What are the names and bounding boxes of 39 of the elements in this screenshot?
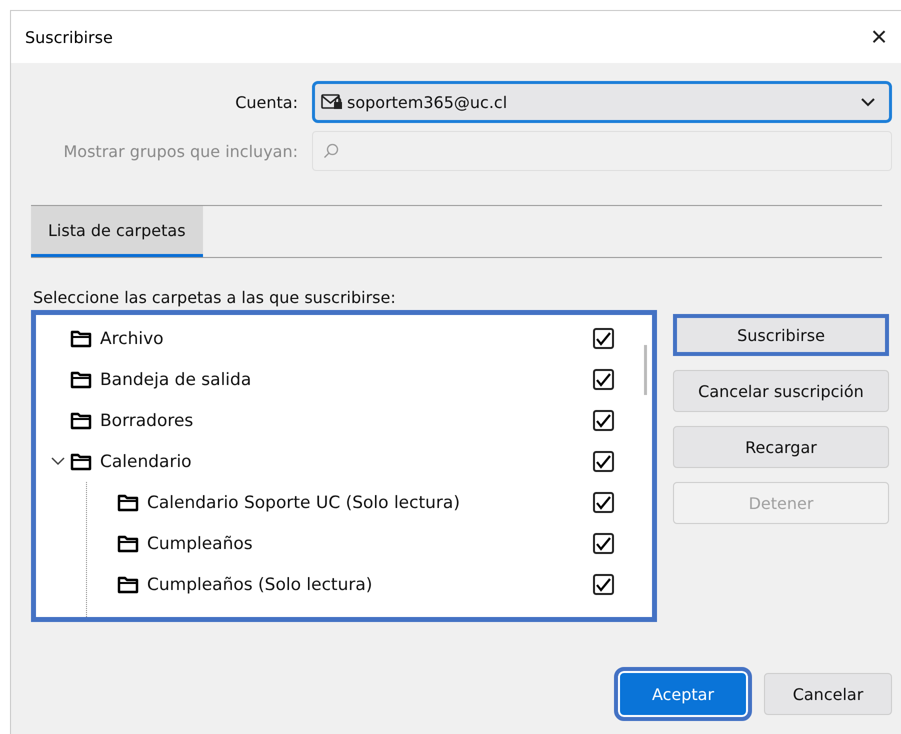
account-label: Cuenta: (234, 92, 298, 112)
folder-icon (70, 329, 92, 348)
checkbox[interactable] (593, 533, 614, 554)
folder-name[interactable]: Calendario Soporte UC (Solo lectura) (147, 492, 593, 512)
cancel-button[interactable]: Cancelar (764, 673, 892, 715)
checkbox[interactable] (593, 410, 614, 431)
search-icon (323, 143, 339, 159)
folder-name[interactable]: Cumpleaños (Solo lectura) (147, 574, 593, 594)
folder-name[interactable]: Calendario (100, 452, 593, 472)
ok-button[interactable]: Aceptar (614, 667, 752, 721)
folder-icon (117, 493, 139, 512)
action-button[interactable]: Recargar (673, 426, 889, 468)
tab[interactable]: Lista de carpetas (31, 206, 203, 257)
folder-name[interactable]: Cumpleaños (147, 534, 593, 554)
folder-name[interactable]: Borradores (100, 410, 593, 430)
folder-name[interactable]: Archivo (100, 328, 593, 348)
checkbox[interactable] (593, 369, 614, 390)
folder-icon (117, 534, 139, 553)
folder-icon (70, 411, 92, 430)
locked-mail-icon (321, 93, 343, 111)
search-field[interactable] (312, 131, 892, 171)
folder-icon (117, 575, 139, 594)
filter-label: Mostrar grupos que incluyan: (62, 142, 298, 160)
list-label: Seleccione las carpetas a las que suscribirse: (33, 288, 397, 307)
chevron-down-icon[interactable] (51, 457, 65, 466)
checkbox[interactable] (593, 574, 614, 595)
checkbox[interactable] (593, 451, 614, 472)
action-button[interactable]: Suscribirse (673, 314, 889, 356)
folder-icon (70, 370, 92, 389)
folder-icon (70, 452, 92, 471)
checkbox[interactable] (593, 328, 614, 349)
folder-name[interactable]: Bandeja de salida (100, 370, 593, 390)
chevron-down-icon (861, 98, 875, 106)
scrollbar-thumb[interactable] (644, 345, 647, 395)
checkbox[interactable] (593, 492, 614, 513)
close-button[interactable]: × (856, 14, 901, 60)
window-title: Suscribirse (25, 28, 113, 46)
account-dropdown[interactable]: soportem365@uc.cl (312, 81, 892, 123)
action-button[interactable]: Cancelar suscripción (673, 370, 889, 412)
